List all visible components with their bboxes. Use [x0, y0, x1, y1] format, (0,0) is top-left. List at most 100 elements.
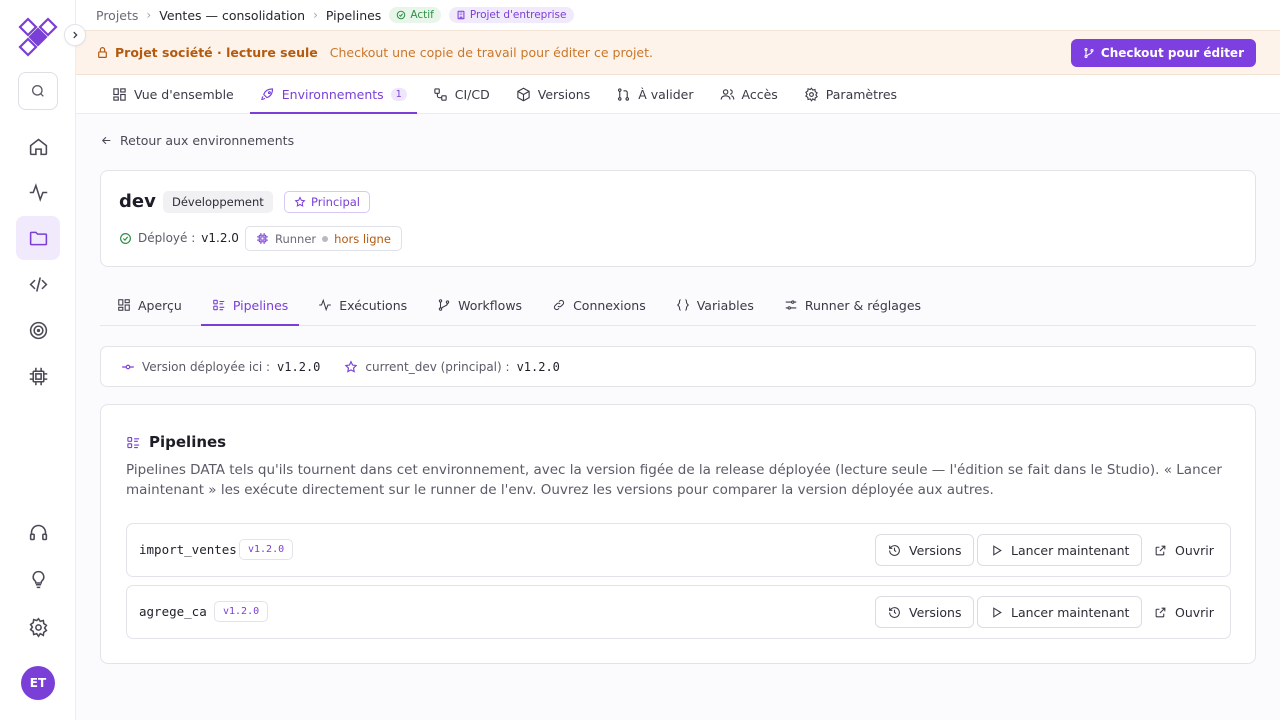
users-icon [720, 87, 735, 102]
pipeline-row: agrege_ca v1.2.0 Versions Lancer mainten… [126, 585, 1231, 639]
search-icon [30, 83, 46, 99]
tab-overview[interactable]: Vue d'ensemble [102, 75, 244, 113]
commit-icon [121, 360, 135, 374]
current-version-label: current_dev (principal) : [365, 359, 510, 374]
history-icon [888, 544, 901, 557]
deployed-version: v1.2.0 [201, 231, 239, 245]
app-logo[interactable] [16, 15, 60, 59]
list-icon [212, 298, 226, 312]
check-circle-icon [396, 10, 406, 20]
star-icon [344, 359, 358, 374]
package-icon [516, 87, 531, 102]
lightbulb-icon [28, 569, 49, 590]
sidebar-item-ideas[interactable] [16, 557, 60, 601]
readonly-banner: Projet société · lecture seule Checkout … [76, 30, 1280, 75]
sliders-icon [784, 298, 798, 312]
versions-button-label: Versions [909, 542, 962, 558]
tab-label: Variables [696, 297, 754, 313]
tab-environments[interactable]: Environnements 1 [249, 75, 417, 114]
tab-label: Accès [741, 86, 778, 102]
environment-type-badge: Développement [163, 191, 273, 213]
breadcrumb-separator: › [313, 8, 318, 22]
breadcrumb-projects[interactable]: Projets [96, 8, 138, 23]
status-badge-label: Actif [410, 9, 434, 21]
pipelines-card: Pipelines Pipelines DATA tels qu'ils tou… [100, 404, 1256, 664]
external-link-icon [1154, 544, 1167, 557]
checkout-button-label: Checkout pour éditer [1100, 46, 1244, 60]
rocket-icon [260, 87, 275, 102]
tab-settings[interactable]: Paramètres [794, 75, 907, 113]
arrow-left-icon [100, 134, 113, 147]
check-circle-icon [119, 232, 132, 245]
sidebar-item-target[interactable] [16, 308, 60, 352]
checkout-button[interactable]: Checkout pour éditer [1070, 39, 1256, 67]
user-avatar[interactable]: ET [21, 666, 55, 700]
tab-runner-settings[interactable]: Runner & réglages [773, 285, 932, 325]
breadcrumb-pipelines: Pipelines [325, 7, 382, 23]
versions-button[interactable]: Versions [875, 596, 975, 628]
tab-connections[interactable]: Connexions [541, 285, 657, 325]
banner-message: Checkout une copie de travail pour édite… [329, 45, 654, 60]
tab-label: Workflows [458, 297, 523, 313]
tab-overview[interactable]: Aperçu [106, 285, 193, 325]
tab-to-validate[interactable]: À valider [606, 75, 703, 113]
pipeline-version-tag: v1.2.0 [239, 539, 294, 560]
principal-badge: Principal [284, 191, 371, 213]
gear-icon [28, 617, 49, 638]
back-to-environments-link[interactable]: Retour aux environnements [100, 133, 294, 148]
branch-icon [1083, 47, 1095, 59]
enterprise-badge: Projet d'entreprise [448, 7, 574, 23]
tab-workflows[interactable]: Workflows [426, 285, 533, 325]
open-link[interactable]: Ouvrir [1154, 596, 1214, 628]
tab-variables[interactable]: Variables [665, 285, 765, 325]
search-button[interactable] [18, 72, 58, 110]
pipeline-name: agrege_ca [139, 604, 207, 619]
grid-icon [112, 87, 127, 102]
tab-label: Versions [537, 86, 591, 102]
deployed-version-label: Version déployée ici : [142, 359, 271, 374]
runner-status[interactable]: Runner hors ligne [245, 226, 402, 251]
git-pull-request-icon [616, 87, 631, 102]
run-now-button[interactable]: Lancer maintenant [977, 596, 1143, 628]
deployed-version-value: v1.2.0 [277, 359, 321, 374]
tab-label: Paramètres [825, 86, 898, 102]
braces-icon [676, 298, 690, 312]
environment-card: dev Développement Principal Déployé : v1… [100, 170, 1256, 267]
sidebar-item-projects[interactable] [16, 216, 60, 260]
runner-label: Runner [275, 231, 317, 246]
activity-icon [318, 298, 332, 312]
back-link-label: Retour aux environnements [120, 133, 295, 148]
external-link-icon [1154, 606, 1167, 619]
pipelines-title: Pipelines [126, 433, 226, 451]
versions-button[interactable]: Versions [875, 534, 975, 566]
project-tabs: Vue d'ensemble Environnements 1 CI/CD Ve… [76, 75, 1280, 114]
breadcrumb-project[interactable]: Ventes — consolidation [159, 8, 305, 23]
tab-label: Connexions [573, 297, 646, 313]
tab-versions[interactable]: Versions [506, 75, 600, 113]
tab-label: Environnements [281, 86, 384, 102]
sidebar-item-chip[interactable] [16, 354, 60, 398]
open-link[interactable]: Ouvrir [1154, 534, 1214, 566]
building-icon [456, 10, 466, 20]
target-icon [28, 320, 49, 341]
tab-pipelines[interactable]: Pipelines [200, 285, 300, 326]
pipeline-row: import_ventes v1.2.0 Versions Lancer mai… [126, 523, 1231, 577]
breadcrumb-separator: › [146, 8, 152, 22]
run-now-button[interactable]: Lancer maintenant [977, 534, 1143, 566]
list-icon [126, 435, 141, 450]
tab-access[interactable]: Accès [710, 75, 788, 113]
lock-icon [96, 46, 109, 59]
status-dot [322, 235, 329, 242]
sidebar-item-support[interactable] [16, 510, 60, 554]
sidebar-item-code[interactable] [16, 262, 60, 306]
tab-label: CI/CD [454, 86, 490, 102]
sidebar-item-home[interactable] [16, 124, 60, 168]
gear-icon [804, 86, 819, 102]
sidebar-item-activity[interactable] [16, 170, 60, 214]
link-icon [552, 298, 566, 312]
sidebar-collapse-button[interactable] [64, 24, 86, 46]
sidebar-item-settings[interactable] [16, 605, 60, 649]
tab-executions[interactable]: Exécutions [307, 285, 418, 325]
pipeline-version-tag: v1.2.0 [214, 601, 269, 622]
tab-cicd[interactable]: CI/CD [423, 75, 500, 113]
